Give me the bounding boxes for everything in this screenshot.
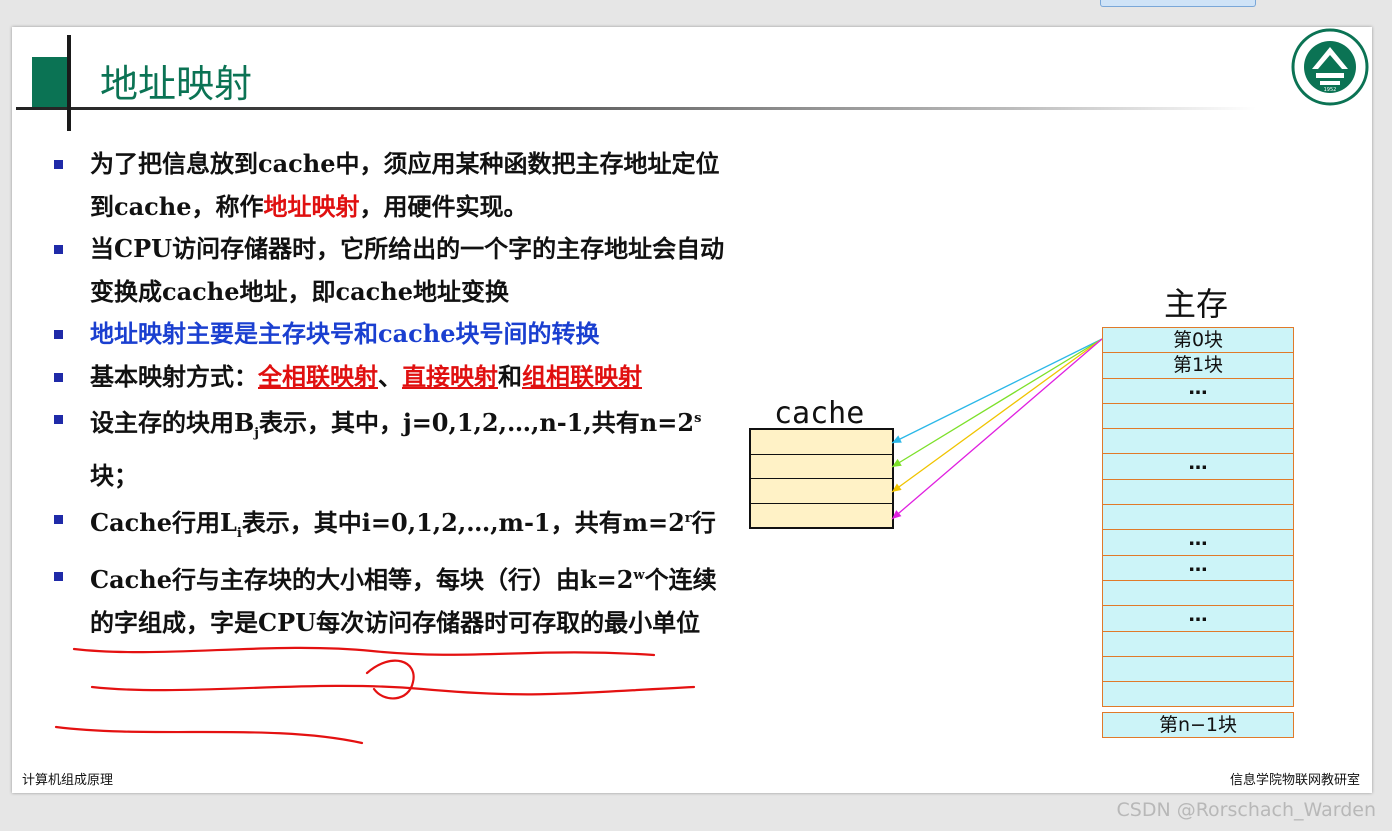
handwritten-annotation bbox=[54, 725, 364, 745]
mapping-arrows bbox=[54, 338, 1103, 745]
top-scroll-widget[interactable] bbox=[1100, 0, 1256, 7]
footer-department: 信息学院物联网教研室 bbox=[1229, 773, 1360, 788]
handwritten-annotation bbox=[90, 684, 696, 696]
mapping-arrow bbox=[891, 338, 1103, 493]
arrow-head bbox=[892, 483, 902, 492]
mapping-arrow bbox=[891, 338, 1103, 520]
mapping-arrow bbox=[891, 338, 1103, 444]
watermark: CSDN @Rorschach_Warden bbox=[1116, 799, 1377, 821]
mapping-arrow bbox=[891, 338, 1103, 468]
arrow-head bbox=[892, 458, 902, 467]
handwritten-annotation bbox=[72, 646, 656, 657]
footer-course: 计算机组成原理 bbox=[22, 773, 114, 788]
handwritten-annotation bbox=[365, 659, 415, 700]
slide: 地址映射 1952 为了把信息放到cache中，须应用某种函数把主存地址定位到c… bbox=[12, 27, 1372, 793]
